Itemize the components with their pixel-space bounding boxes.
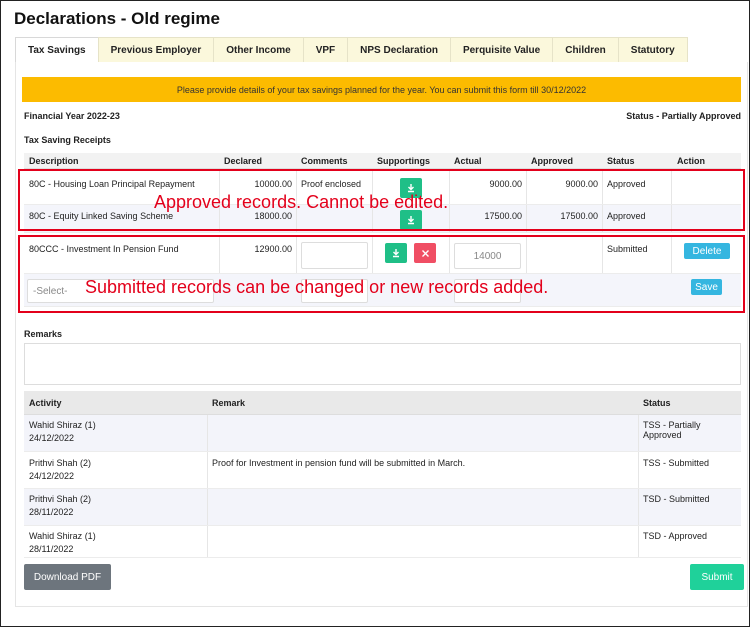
col-status: Status	[607, 156, 635, 166]
submit-button[interactable]: Submit	[690, 564, 744, 590]
tab-previous-employer[interactable]: Previous Employer	[97, 37, 215, 62]
activity-date: 24/12/2022	[29, 433, 75, 443]
col-remark: Remark	[212, 398, 246, 408]
page-title: Declarations - Old regime	[14, 9, 220, 28]
activity-status: TSD - Submitted	[643, 494, 710, 504]
activity-name: Prithvi Shah (2)	[29, 494, 92, 504]
remarks-textarea[interactable]	[24, 343, 741, 385]
activity-name: Prithvi Shah (2)	[29, 458, 92, 468]
activity-row: Wahid Shiraz (1) 24/12/2022 TSS - Partia…	[24, 415, 741, 452]
tab-bar: Tax Savings Previous Employer Other Inco…	[15, 37, 688, 62]
col-comments: Comments	[301, 156, 348, 166]
tab-statutory[interactable]: Statutory	[617, 37, 688, 62]
col-activity: Activity	[29, 398, 62, 408]
col-description: Description	[29, 156, 79, 166]
submitted-callout-text: Submitted records can be changed or new …	[85, 277, 549, 297]
activity-row: Prithvi Shah (2) 24/12/2022 Proof for In…	[24, 452, 741, 489]
tab-perquisite-value[interactable]: Perquisite Value	[449, 37, 554, 62]
activity-status: TSD - Approved	[643, 531, 708, 541]
activity-date: 28/11/2022	[29, 544, 74, 554]
tab-children[interactable]: Children	[552, 37, 619, 62]
overall-status: Status - Partially Approved	[626, 111, 741, 121]
col-actual: Actual	[454, 156, 482, 166]
tab-tax-savings[interactable]: Tax Savings	[15, 37, 99, 62]
activity-remark: Proof for Investment in pension fund wil…	[212, 458, 466, 468]
tab-vpf[interactable]: VPF	[302, 37, 349, 62]
col-supportings: Supportings	[377, 156, 430, 166]
tab-nps-declaration[interactable]: NPS Declaration	[347, 37, 451, 62]
col-action: Action	[677, 156, 705, 166]
notice-banner: Please provide details of your tax savin…	[22, 77, 741, 102]
col-activity-status: Status	[643, 398, 671, 408]
activity-row: Prithvi Shah (2) 28/11/2022 TSD - Submit…	[24, 489, 741, 526]
activity-status: TSS - Partially Approved	[643, 420, 701, 440]
activity-name: Wahid Shiraz (1)	[29, 531, 96, 541]
activity-row: Wahid Shiraz (1) 28/11/2022 TSD - Approv…	[24, 526, 741, 558]
submitted-callout-box	[18, 235, 745, 313]
activity-name: Wahid Shiraz (1)	[29, 420, 96, 430]
col-approved: Approved	[531, 156, 574, 166]
download-pdf-button[interactable]: Download PDF	[24, 564, 111, 590]
activity-date: 28/11/2022	[29, 507, 74, 517]
approved-callout-text: Approved records. Cannot be edited.	[154, 192, 449, 212]
remarks-label: Remarks	[24, 329, 63, 339]
activity-date: 24/12/2022	[29, 471, 75, 481]
col-declared: Declared	[224, 156, 263, 166]
activity-status: TSS - Submitted	[643, 458, 710, 468]
receipts-section-title: Tax Saving Receipts	[24, 135, 111, 145]
receipts-table-header: Description Declared Comments Supporting…	[24, 153, 741, 169]
activity-table-header: Activity Remark Status	[24, 391, 741, 415]
tab-other-income[interactable]: Other Income	[213, 37, 304, 62]
financial-year: Financial Year 2022-23	[24, 111, 120, 121]
